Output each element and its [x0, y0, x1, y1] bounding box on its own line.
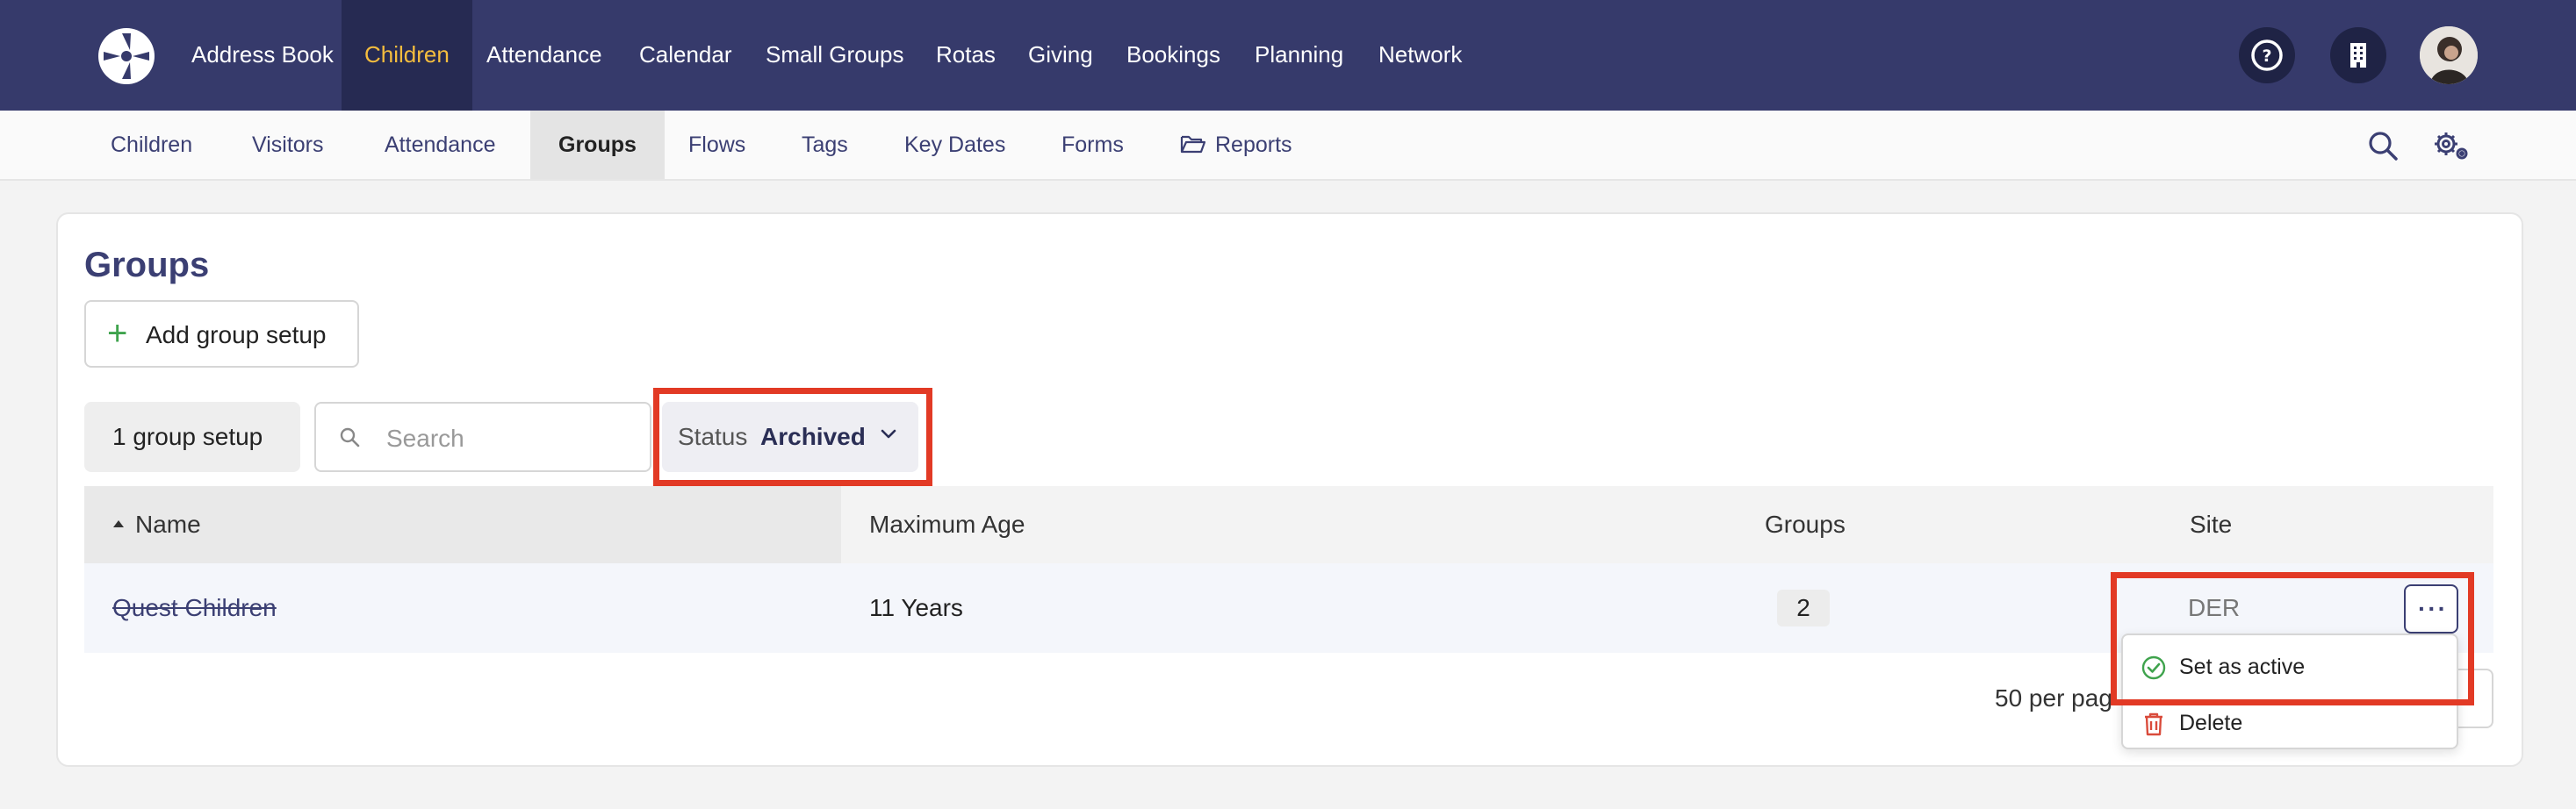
nav-calendar[interactable]: Calendar — [639, 0, 732, 111]
nav-attendance[interactable]: Attendance — [486, 0, 602, 111]
nav-children[interactable]: Children — [342, 0, 472, 111]
nav-network[interactable]: Network — [1378, 0, 1462, 111]
subnav-attendance[interactable]: Attendance — [385, 111, 496, 179]
search-input[interactable]: Search — [314, 402, 651, 472]
add-group-setup-label: Add group setup — [146, 321, 327, 348]
subnav-children[interactable]: Children — [111, 111, 192, 179]
building-icon — [2350, 43, 2366, 68]
table-header: Name Maximum Age Groups Site — [84, 486, 2493, 563]
svg-text:?: ? — [2262, 47, 2271, 66]
nav-bookings[interactable]: Bookings — [1126, 0, 1220, 111]
nav-planning[interactable]: Planning — [1255, 0, 1343, 111]
header-groups[interactable]: Groups — [1765, 486, 1846, 563]
subnav-key-dates[interactable]: Key Dates — [904, 111, 1005, 179]
search-icon — [340, 427, 360, 447]
sort-ascending-icon — [113, 520, 124, 527]
search-placeholder: Search — [386, 425, 464, 452]
subnav-reports[interactable]: Reports — [1180, 111, 1292, 179]
search-icon[interactable] — [2367, 130, 2399, 161]
plus-icon: + — [107, 314, 128, 353]
page-title: Groups — [84, 246, 210, 284]
subnav-tags[interactable]: Tags — [802, 111, 848, 179]
per-page-selector[interactable]: 50 per pag — [1995, 684, 2112, 712]
organisation-button[interactable] — [2330, 27, 2386, 83]
add-group-setup-button[interactable]: + Add group setup — [84, 300, 359, 368]
nav-address-book[interactable]: Address Book — [191, 0, 334, 111]
status-filter-highlight — [653, 388, 932, 486]
nav-rotas[interactable]: Rotas — [936, 0, 996, 111]
subnav-forms[interactable]: Forms — [1061, 111, 1124, 179]
nav-small-groups[interactable]: Small Groups — [766, 0, 904, 111]
header-site[interactable]: Site — [2190, 486, 2232, 563]
subnav-visitors[interactable]: Visitors — [252, 111, 324, 179]
app-logo-icon[interactable] — [97, 26, 156, 86]
folder-open-icon — [1180, 136, 1206, 154]
top-navigation-bar: Address Book Children Attendance Calenda… — [0, 0, 2576, 111]
subnav-groups[interactable]: Groups — [530, 111, 665, 179]
sub-navigation-bar: Children Visitors Attendance Groups Flow… — [0, 111, 2576, 181]
name-column-header[interactable]: Name — [84, 486, 841, 563]
row-groups-count: 2 — [1777, 590, 1830, 626]
help-icon: ? — [2251, 39, 2283, 71]
user-avatar[interactable] — [2420, 26, 2478, 84]
header-name: Name — [135, 511, 201, 538]
subnav-flows[interactable]: Flows — [688, 111, 745, 179]
help-button[interactable]: ? — [2239, 27, 2295, 83]
trash-icon — [2145, 712, 2162, 736]
group-setup-count: 1 group setup — [84, 402, 300, 472]
subnav-reports-label: Reports — [1215, 132, 1292, 157]
delete-label: Delete — [2179, 711, 2243, 735]
settings-gear-icon[interactable] — [2432, 128, 2471, 163]
nav-giving[interactable]: Giving — [1028, 0, 1093, 111]
group-name-link[interactable]: Quest Children — [112, 563, 277, 653]
row-max-age: 11 Years — [869, 594, 963, 621]
row-actions-highlight — [2111, 572, 2474, 705]
header-maximum-age[interactable]: Maximum Age — [869, 486, 1025, 563]
